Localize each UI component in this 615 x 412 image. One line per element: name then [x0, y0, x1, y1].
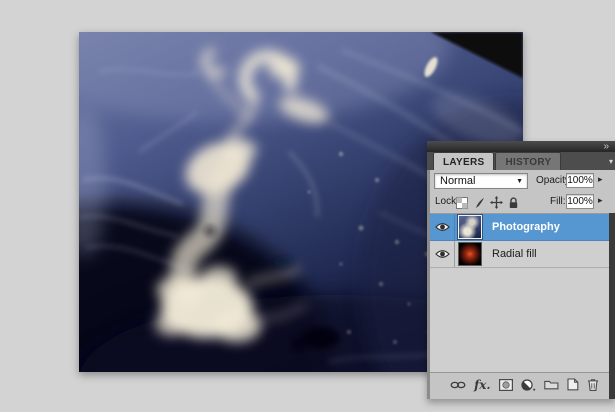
panel-titlebar[interactable]: »	[427, 141, 615, 152]
layers-panel: » LAYERS HISTORY ▾ Normal ▼ Opacity: 100…	[427, 141, 615, 399]
link-layers-icon[interactable]	[450, 380, 466, 390]
new-group-folder-icon[interactable]	[544, 379, 559, 390]
lock-transparency-icon[interactable]	[456, 196, 468, 209]
lock-pixels-brush-icon[interactable]	[473, 197, 485, 209]
blend-mode-value: Normal	[440, 175, 476, 187]
layer-name: Photography	[492, 221, 560, 233]
layer-row-photography[interactable]: Photography	[430, 214, 615, 241]
tab-history[interactable]: HISTORY	[495, 152, 562, 170]
layer-styles-fx-icon[interactable]: fx.	[474, 379, 491, 391]
delete-layer-trash-icon[interactable]	[587, 378, 599, 391]
new-layer-icon[interactable]	[567, 378, 579, 391]
panel-right-gutter	[609, 213, 615, 399]
collapse-panel-icon[interactable]: »	[603, 141, 608, 152]
lock-fill-row: Lock: Fill: 100% ▸	[430, 192, 615, 213]
adjustment-layer-icon[interactable]	[521, 378, 536, 391]
layer-thumbnail-radial-fill[interactable]	[458, 242, 482, 266]
add-layer-mask-icon[interactable]	[498, 378, 513, 391]
visibility-eye-icon[interactable]	[430, 214, 455, 240]
fill-value-field[interactable]: 100%	[566, 194, 594, 209]
panel-menu-icon[interactable]: ▾	[609, 157, 613, 166]
layer-name: Radial fill	[492, 248, 537, 260]
layer-thumbnail-photography[interactable]	[457, 214, 483, 240]
photoshop-workspace: » LAYERS HISTORY ▾ Normal ▼ Opacity: 100…	[0, 0, 615, 412]
visibility-eye-icon[interactable]	[430, 241, 455, 267]
blend-opacity-row: Normal ▼ Opacity: 100% ▸	[430, 170, 615, 192]
lock-position-move-icon[interactable]	[490, 196, 503, 209]
layers-panel-toolbar: fx.	[430, 372, 615, 396]
opacity-value-field[interactable]: 100%	[566, 173, 594, 188]
fill-slider-arrow-icon[interactable]: ▸	[598, 195, 603, 206]
fill-label: Fill:	[550, 196, 566, 207]
layer-list: Photography Radial fill	[430, 213, 615, 372]
blend-mode-select[interactable]: Normal ▼	[434, 173, 528, 189]
layer-row-radial-fill[interactable]: Radial fill	[430, 241, 615, 268]
chevron-down-icon: ▼	[516, 178, 523, 185]
panel-tab-strip: LAYERS HISTORY ▾	[427, 152, 615, 170]
opacity-slider-arrow-icon[interactable]: ▸	[598, 174, 603, 185]
lock-all-padlock-icon[interactable]	[508, 196, 519, 209]
tab-layers[interactable]: LAYERS	[433, 152, 495, 170]
